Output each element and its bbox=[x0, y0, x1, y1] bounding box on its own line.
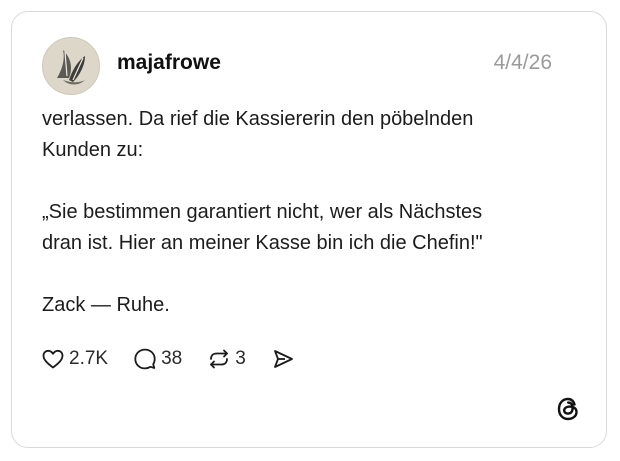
heart-icon bbox=[40, 346, 66, 372]
avatar-image bbox=[43, 38, 99, 94]
repost-button[interactable]: 3 bbox=[206, 346, 246, 372]
repost-count: 3 bbox=[235, 348, 246, 369]
post-body: verlassen. Da rief die Kassiererin den p… bbox=[42, 104, 582, 321]
avatar[interactable] bbox=[42, 37, 100, 95]
post-paragraph: „Sie bestimmen garantiert nicht, wer als… bbox=[42, 201, 483, 254]
repost-icon bbox=[206, 346, 232, 372]
post-actions: 2.7K 38 3 bbox=[40, 344, 320, 374]
like-button[interactable]: 2.7K bbox=[40, 346, 108, 372]
post-paragraph: verlassen. Da rief die Kassiererin den p… bbox=[42, 108, 474, 161]
share-button[interactable] bbox=[270, 346, 296, 372]
reply-count: 38 bbox=[161, 348, 183, 369]
send-icon bbox=[270, 346, 296, 372]
author-username[interactable]: majafrowe bbox=[117, 51, 221, 75]
reply-button[interactable]: 38 bbox=[132, 346, 182, 372]
speech-bubble-icon bbox=[132, 346, 158, 372]
post-date: 4/4/26 bbox=[493, 51, 552, 74]
like-count: 2.7K bbox=[69, 348, 109, 369]
post-paragraph: Zack — Ruhe. bbox=[42, 294, 170, 316]
post-card: majafrowe 4/4/26 verlassen. Da rief die … bbox=[11, 11, 607, 448]
threads-logo-icon[interactable] bbox=[554, 395, 582, 423]
